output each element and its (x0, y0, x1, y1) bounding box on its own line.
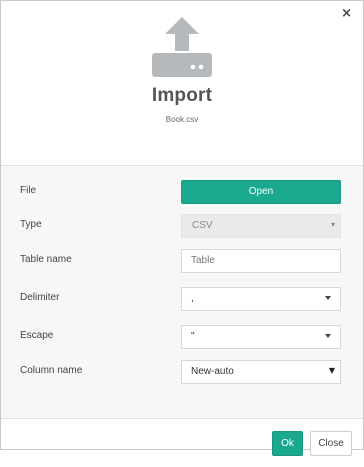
chevron-down-icon (325, 334, 331, 338)
dialog-footer: Ok Close (1, 419, 363, 467)
row-column-name: Column name New-auto ▼ (1, 360, 363, 384)
file-label: File (20, 185, 37, 196)
column-name-label: Column name (20, 365, 83, 376)
delimiter-label: Delimiter (20, 292, 60, 303)
dialog-title: Import (151, 85, 213, 106)
row-type: Type CSV ▾ (1, 214, 363, 238)
delimiter-value: , (191, 293, 194, 304)
escape-value: " (191, 331, 195, 342)
chevron-down-icon: ▾ (330, 220, 335, 229)
upload-tray-icon (152, 17, 212, 77)
escape-label: Escape (20, 330, 54, 341)
table-name-label: Table name (20, 254, 72, 265)
chevron-down-icon (325, 296, 331, 300)
dialog-header: Import Book.csv (1, 17, 363, 166)
ok-button[interactable]: Ok (272, 431, 303, 456)
import-dialog: × Import Book.csv File Open Type CSV ▾ T… (0, 0, 364, 456)
type-label: Type (20, 219, 42, 230)
chevron-down-icon: ▼ (328, 366, 335, 375)
row-delimiter: Delimiter , (1, 287, 363, 311)
table-name-input[interactable]: Table (181, 249, 341, 273)
close-button[interactable]: Close (310, 431, 352, 456)
escape-select[interactable]: " (181, 325, 341, 349)
open-file-button[interactable]: Open (181, 180, 341, 204)
row-escape: Escape " (1, 325, 363, 349)
type-select: CSV ▾ (181, 214, 341, 238)
import-form: File Open Type CSV ▾ Table name Table De… (1, 166, 363, 419)
delimiter-select[interactable]: , (181, 287, 341, 311)
type-value: CSV (192, 220, 213, 231)
column-name-value: New-auto (191, 366, 234, 377)
table-name-placeholder: Table (191, 255, 215, 266)
row-table-name: Table name Table (1, 249, 363, 273)
close-icon[interactable]: × (341, 7, 352, 20)
column-name-select[interactable]: New-auto ▼ (181, 360, 341, 384)
row-file: File Open (1, 180, 363, 204)
file-name: Book.csv (165, 115, 199, 124)
